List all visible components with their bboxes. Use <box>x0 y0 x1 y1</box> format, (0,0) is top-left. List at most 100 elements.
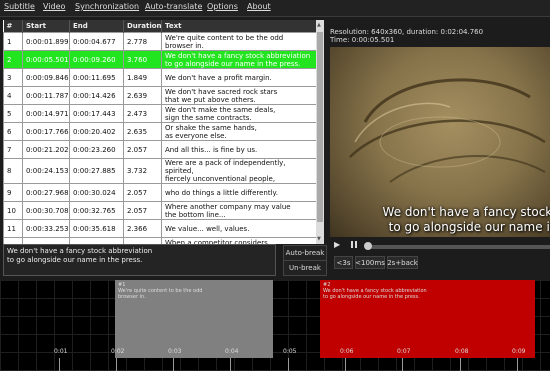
cell-start: 0:00:14.971 <box>22 104 70 123</box>
cell-start: 0:00:11.787 <box>22 86 70 105</box>
table-row[interactable]: 7 0:00:21.202 0:00:23.260 2.057 And all this… <box>3 140 317 159</box>
col-header-start[interactable]: Start <box>22 20 70 33</box>
time-tick-label: 0:09 <box>512 348 526 355</box>
cell-end: 0:00:11.695 <box>69 68 124 87</box>
waveform-timeline[interactable]: #1 We're quite content to be the odd bro… <box>0 280 550 371</box>
cell-end: 0:00:30.024 <box>69 183 124 202</box>
table-row[interactable]: 10 0:00:30.708 0:00:32.765 2.057 Where anoth… <box>3 201 317 220</box>
cell-number: 10 <box>3 201 23 220</box>
video-seek-bar[interactable] <box>368 245 550 249</box>
time-tick-mark <box>460 358 461 371</box>
cell-text: And all this... is fine by us. <box>161 140 317 159</box>
time-tick-mark <box>288 358 289 371</box>
cell-end: 0:00:32.765 <box>69 201 124 220</box>
cell-number: 5 <box>3 104 23 123</box>
back-2s-button[interactable]: 2s+back <box>387 256 418 269</box>
cell-duration: 2.057 <box>123 201 162 220</box>
time-tick-label: 0:05 <box>283 348 297 355</box>
cell-end: 0:00:09.260 <box>69 50 124 69</box>
time-tick-mark <box>402 358 403 371</box>
cell-text: Where another company may value the bott… <box>161 201 317 220</box>
vertical-scrollbar[interactable]: ▲ ▼ <box>316 20 324 244</box>
cell-text: Were are a pack of independently, spirit… <box>161 158 317 184</box>
scrollbar-thumb[interactable] <box>317 32 323 222</box>
cell-text: who do things a little differently. <box>161 183 317 202</box>
menu-auto-translate[interactable]: Auto-translate <box>145 2 202 11</box>
cell-end: 0:00:20.402 <box>69 122 124 141</box>
video-info: Resolution: 640x360, duration: 0:02:04.7… <box>330 28 483 44</box>
menu-bar: Subtitle Video Synchronization Auto-tran… <box>0 0 550 17</box>
cell-text: We don't have a fancy stock abbreviation… <box>161 50 317 69</box>
table-row[interactable]: 3 0:00:09.846 0:00:11.695 1.849 We don't hav… <box>3 68 317 87</box>
table-row[interactable]: 4 0:00:11.787 0:00:14.426 2.639 We don't hav… <box>3 86 317 105</box>
cell-text: We don't have sacred rock stars that we … <box>161 86 317 105</box>
cell-number: 8 <box>3 158 23 184</box>
pause-icon[interactable] <box>350 240 358 249</box>
segment-2-label: #2 We don't have a fancy stock abbreviat… <box>323 282 427 300</box>
video-resolution-text: Resolution: 640x360, duration: 0:02:04.7… <box>330 28 484 36</box>
col-header-text[interactable]: Text <box>161 20 317 33</box>
cell-duration: 2.473 <box>123 104 162 123</box>
cell-start: 0:00:24.153 <box>22 158 70 184</box>
cell-number: 11 <box>3 219 23 238</box>
time-tick-label: 0:08 <box>455 348 469 355</box>
cell-text: Or shake the same hands, as everyone els… <box>161 122 317 141</box>
cell-end: 0:00:14.426 <box>69 86 124 105</box>
scroll-down-icon[interactable]: ▼ <box>317 236 321 242</box>
seek-handle[interactable] <box>364 242 372 250</box>
time-tick-mark <box>230 358 231 371</box>
subtitle-segment-2[interactable]: #2 We don't have a fancy stock abbreviat… <box>320 280 535 358</box>
cell-duration: 3.732 <box>123 158 162 184</box>
table-row[interactable]: 2 0:00:05.501 0:00:09.260 3.760 We don't hav… <box>3 50 317 69</box>
time-tick-label: 0:03 <box>168 348 182 355</box>
table-row[interactable]: 5 0:00:14.971 0:00:17.443 2.473 We don't mak… <box>3 104 317 123</box>
time-tick-mark <box>59 358 60 371</box>
cell-start: 0:00:33.253 <box>22 219 70 238</box>
cell-start: 0:00:17.766 <box>22 122 70 141</box>
table-row[interactable]: 6 0:00:17.766 0:00:20.402 2.635 Or shake the… <box>3 122 317 141</box>
cell-number: 2 <box>3 50 23 69</box>
time-tick-label: 0:02 <box>111 348 125 355</box>
play-icon[interactable]: ▶ <box>334 240 340 249</box>
cell-number: 4 <box>3 86 23 105</box>
un-break-button[interactable]: Un-break <box>283 260 327 276</box>
cell-number: 1 <box>3 32 23 51</box>
back-100ms-button[interactable]: <100ms <box>355 256 385 269</box>
menu-synchronization[interactable]: Synchronization <box>75 2 139 11</box>
cell-duration: 3.760 <box>123 50 162 69</box>
table-row[interactable]: 9 0:00:27.968 0:00:30.024 2.057 who do thing… <box>3 183 317 202</box>
menu-options[interactable]: Options <box>207 2 238 11</box>
subtitle-segment-1[interactable]: #1 We're quite content to be the odd bro… <box>115 280 273 358</box>
segment-1-label: #1 We're quite content to be the odd bro… <box>118 282 203 300</box>
menu-subtitle[interactable]: Subtitle <box>4 2 35 11</box>
col-header-number[interactable]: # <box>3 20 23 33</box>
time-tick-mark <box>116 358 117 371</box>
cell-end: 0:00:17.443 <box>69 104 124 123</box>
table-row[interactable]: 11 0:00:33.253 0:00:35.618 2.366 We value...… <box>3 219 317 238</box>
menu-video[interactable]: Video <box>43 2 65 11</box>
time-tick-mark <box>517 358 518 371</box>
video-player[interactable]: We don't have a fancy stock a to go alon… <box>330 47 550 237</box>
time-tick-label: 0:06 <box>340 348 354 355</box>
cell-number: 7 <box>3 140 23 159</box>
cell-end: 0:00:27.885 <box>69 158 124 184</box>
back-3s-button[interactable]: <3s <box>334 256 353 269</box>
time-tick-mark <box>345 358 346 371</box>
time-tick-label: 0:07 <box>397 348 411 355</box>
video-subtitle-overlay: We don't have a fancy stock a to go alon… <box>382 205 550 234</box>
time-tick-mark <box>173 358 174 371</box>
cell-duration: 2.635 <box>123 122 162 141</box>
col-header-end[interactable]: End <box>69 20 124 33</box>
menu-about[interactable]: About <box>247 2 271 11</box>
subtitle-text-editor[interactable]: We don't have a fancy stock abbreviation… <box>3 244 276 276</box>
cell-duration: 2.057 <box>123 140 162 159</box>
video-time-text: Time: 0:00:05.501 <box>330 36 395 44</box>
scroll-up-icon[interactable]: ▲ <box>317 22 321 28</box>
cell-number: 3 <box>3 68 23 87</box>
table-row[interactable]: 1 0:00:01.899 0:00:04.677 2.778 We're quite … <box>3 32 317 51</box>
col-header-duration[interactable]: Duration <box>123 20 162 33</box>
table-header-row: # Start End Duration Text <box>3 20 317 33</box>
table-row[interactable]: 8 0:00:24.153 0:00:27.885 3.732 Were are a p… <box>3 158 317 184</box>
auto-break-button[interactable]: Auto-break <box>283 245 327 261</box>
subtitle-table-body: 1 0:00:01.899 0:00:04.677 2.778 We're quite … <box>3 32 317 244</box>
